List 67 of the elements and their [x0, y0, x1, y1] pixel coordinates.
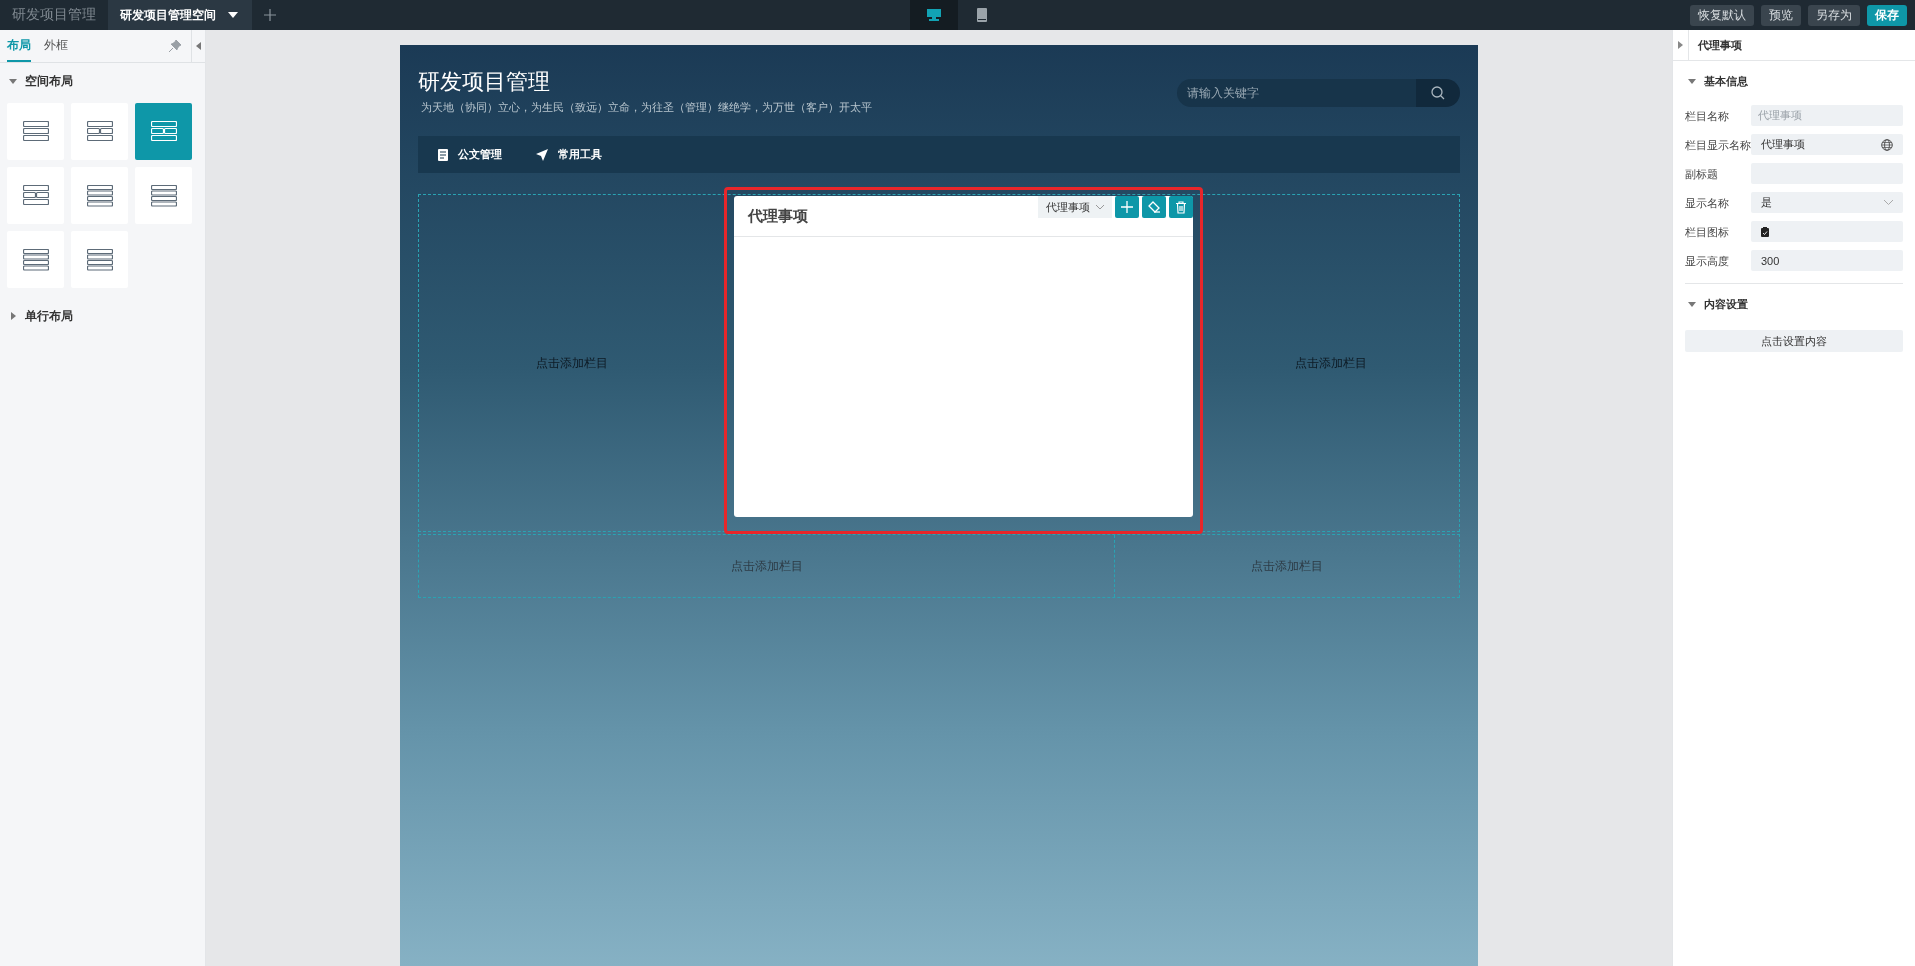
layout-icon	[22, 185, 49, 206]
add-icon[interactable]	[264, 9, 276, 21]
input-field[interactable]	[1751, 221, 1903, 242]
section-title: 空间布局	[25, 72, 73, 90]
caret-icon	[228, 12, 238, 18]
field-label: 栏目名称	[1685, 108, 1730, 124]
chevron-icon	[1884, 200, 1893, 205]
globe-icon	[1881, 138, 1893, 151]
layout-option[interactable]	[7, 231, 64, 288]
layout-icon	[86, 248, 113, 271]
layout-option[interactable]	[71, 231, 128, 288]
layout-icon	[22, 248, 49, 271]
clipboard-icon	[1761, 226, 1769, 237]
search-field[interactable]: 请输入关键字	[1177, 79, 1416, 107]
search-icon	[1431, 86, 1445, 100]
portlet-selector[interactable]: 代理事项	[1038, 196, 1112, 218]
caret-icon	[196, 42, 201, 50]
field-label: 副标题	[1685, 166, 1719, 182]
chevron-icon	[1096, 204, 1104, 210]
layout-option[interactable]	[71, 167, 128, 224]
trash-icon	[1175, 200, 1187, 214]
section-title: 基本信息	[1704, 73, 1748, 89]
toolbar-button[interactable]: 另存为	[1808, 4, 1860, 26]
select-field[interactable]: 是	[1751, 192, 1903, 213]
layout-option[interactable]	[7, 103, 64, 160]
section-title: 内容设置	[1704, 296, 1748, 312]
site-title: 研发项目管理	[418, 68, 550, 96]
layout-icon	[22, 121, 49, 142]
portlet-action-button[interactable]	[1142, 196, 1166, 218]
search-button[interactable]	[1416, 79, 1460, 107]
layout-option[interactable]	[71, 103, 128, 160]
field-label: 栏目显示名称	[1685, 137, 1751, 153]
layout-option[interactable]	[135, 167, 192, 224]
layout-icon	[150, 184, 177, 207]
layout-icon	[86, 121, 113, 142]
site-subtitle: 为天地（协同）立心，为生民（致远）立命，为往圣（管理）继绝学，为万世（客户）开太平	[421, 100, 872, 115]
monitor-icon	[926, 9, 941, 21]
field-label: 显示名称	[1685, 195, 1730, 211]
section-title: 单行布局	[25, 307, 73, 325]
device-toggle[interactable]	[909, 0, 958, 30]
portlet-action-button[interactable]	[1115, 196, 1139, 218]
send-icon	[536, 148, 548, 161]
set-content-button[interactable]: 点击设置内容	[1685, 330, 1903, 352]
workspace-tab[interactable]: 研发项目管理空间	[108, 0, 252, 30]
layout-option[interactable]	[135, 103, 192, 160]
portlet-action-button[interactable]	[1169, 196, 1193, 218]
portlet-title: 代理事项	[748, 206, 808, 226]
panel-tab[interactable]: 外框	[44, 30, 68, 62]
input-field[interactable]: 代理事项	[1751, 134, 1903, 155]
field-label: 栏目图标	[1685, 224, 1730, 240]
layout-option[interactable]	[7, 167, 64, 224]
phone-icon	[976, 8, 987, 22]
panel-title: 代理事项	[1697, 37, 1742, 53]
toolbar-button[interactable]: 预览	[1761, 4, 1801, 26]
nav-item[interactable]: 公文管理	[438, 147, 502, 162]
layout-icon	[150, 121, 177, 142]
eraser-icon	[1148, 200, 1160, 214]
document-icon	[438, 148, 448, 161]
layout-icon	[86, 184, 113, 207]
add-icon	[1121, 200, 1133, 214]
app-title: 研发项目管理	[11, 5, 97, 24]
caret-icon	[1678, 41, 1683, 49]
toolbar-button[interactable]: 恢复默认	[1690, 4, 1754, 26]
nav-item[interactable]: 常用工具	[536, 147, 602, 162]
input-field[interactable]: 300	[1751, 250, 1903, 271]
input-field: 代理事项	[1751, 105, 1903, 126]
field-label: 显示高度	[1685, 253, 1730, 269]
